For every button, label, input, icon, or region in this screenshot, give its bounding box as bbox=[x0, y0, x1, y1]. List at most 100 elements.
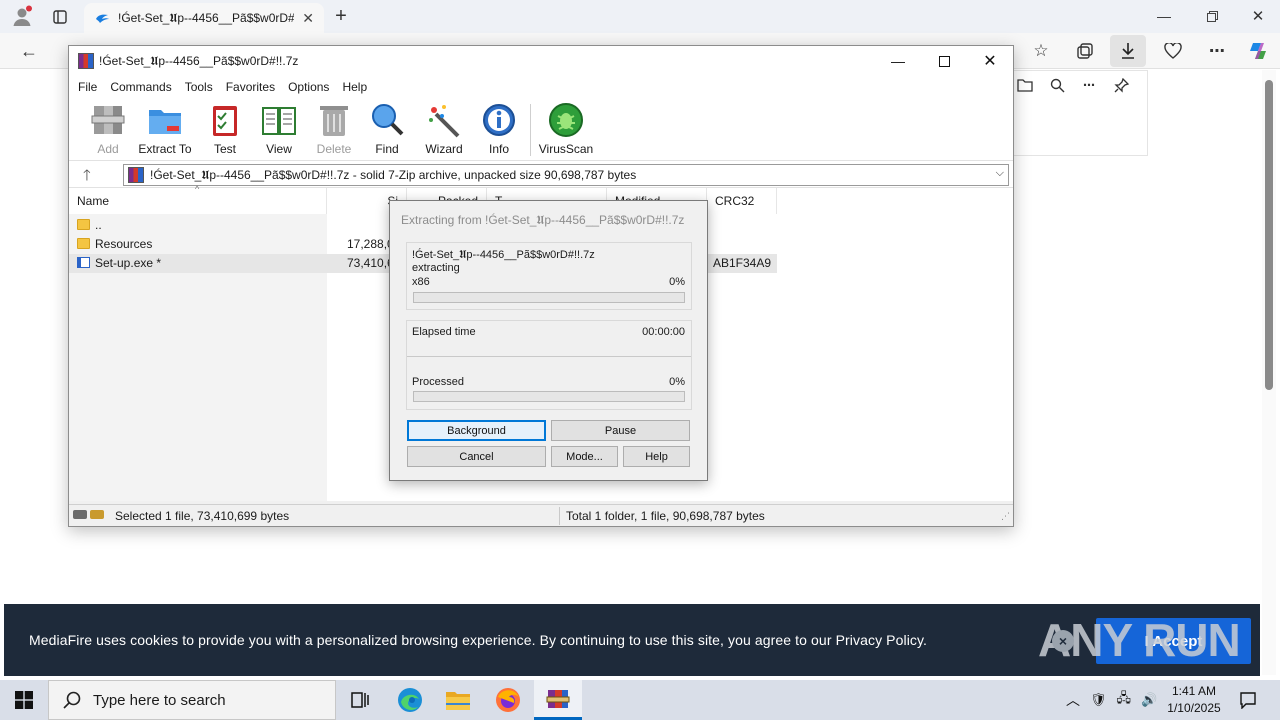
search-icon[interactable] bbox=[1047, 75, 1067, 95]
back-icon[interactable]: ← bbox=[16, 39, 42, 63]
close-browser-icon[interactable]: ✕ bbox=[1244, 4, 1272, 28]
winrar-app-icon bbox=[78, 53, 94, 69]
winrar-maximize-icon[interactable] bbox=[921, 46, 967, 76]
menu-options[interactable]: Options bbox=[288, 80, 337, 94]
winrar-window-title: !Ǵet-Set_𝖀p--4456__Pã$$w0rD#!!.7z bbox=[99, 54, 299, 68]
winrar-close-icon[interactable]: ✕ bbox=[967, 46, 1013, 76]
column-header-name[interactable]: Name ^ bbox=[69, 184, 327, 214]
add-button[interactable]: Add bbox=[87, 102, 129, 158]
column-header-crc[interactable]: CRC32 bbox=[707, 188, 777, 214]
add-label: Add bbox=[97, 142, 119, 156]
processed-percent: 0% bbox=[669, 376, 685, 388]
sort-ascending-icon: ^ bbox=[195, 184, 200, 194]
taskbar-search-box[interactable]: Type here to search bbox=[48, 680, 336, 720]
favorites-icon[interactable]: ☆ bbox=[1028, 39, 1054, 63]
tray-overflow-icon[interactable]: ︿ bbox=[1066, 690, 1080, 710]
delete-button[interactable]: Delete bbox=[313, 102, 355, 158]
view-book-icon bbox=[262, 107, 296, 135]
help-button[interactable]: Help bbox=[623, 446, 690, 467]
file-name: Resources bbox=[95, 237, 153, 251]
file-name-cell: Resources bbox=[77, 237, 152, 251]
winrar-minimize-icon[interactable]: — bbox=[875, 46, 921, 76]
pin-icon[interactable] bbox=[1111, 75, 1131, 95]
find-button[interactable]: Find bbox=[367, 102, 407, 158]
system-tray: ︿ 🛡 🖧 🔊 bbox=[1066, 680, 1157, 720]
browser-essentials-icon[interactable] bbox=[1160, 39, 1186, 63]
drive-icon[interactable] bbox=[73, 510, 87, 519]
taskbar-file-explorer[interactable] bbox=[434, 680, 482, 720]
menu-file[interactable]: File bbox=[78, 80, 105, 94]
cancel-button[interactable]: Cancel bbox=[407, 446, 546, 467]
background-button[interactable]: Background bbox=[407, 420, 546, 441]
winrar-status-bar: Selected 1 file, 73,410,699 bytes Total … bbox=[69, 504, 1013, 526]
new-tab-button[interactable]: + bbox=[330, 4, 352, 28]
minimize-browser-icon[interactable]: — bbox=[1150, 4, 1178, 28]
taskbar-clock[interactable]: 1:41 AM 1/10/2025 bbox=[1160, 683, 1228, 717]
extraction-dialog: Extracting from !Ǵet-Set_𝖀p--4456__Pã$$w… bbox=[389, 200, 708, 481]
volume-icon[interactable]: 🔊 bbox=[1141, 692, 1157, 708]
current-file: x86 bbox=[412, 276, 430, 288]
file-name-cell: Set-up.exe * bbox=[77, 256, 161, 270]
network-icon[interactable]: 🖧 bbox=[1117, 689, 1132, 711]
up-folder-icon[interactable]: 🡑 bbox=[83, 165, 91, 190]
cookie-close-button[interactable]: × bbox=[1052, 630, 1074, 652]
taskbar-firefox[interactable] bbox=[484, 680, 532, 720]
task-view-button[interactable] bbox=[336, 680, 384, 720]
menu-commands[interactable]: Commands bbox=[110, 80, 179, 94]
view-button[interactable]: View bbox=[257, 102, 301, 158]
processed-progress-bar bbox=[413, 391, 685, 402]
extract-folder-icon bbox=[149, 110, 181, 134]
virusscan-button[interactable]: VirusScan bbox=[537, 102, 595, 158]
group-divider bbox=[407, 356, 691, 357]
notifications-button[interactable] bbox=[1228, 680, 1268, 720]
add-archive-icon bbox=[91, 106, 125, 134]
copilot-icon[interactable] bbox=[1244, 39, 1272, 63]
windows-taskbar: Type here to search ︿ 🛡 🖧 🔊 1:41 AM 1/10… bbox=[0, 680, 1280, 720]
taskbar-edge[interactable] bbox=[386, 680, 434, 720]
exe-file-icon bbox=[77, 257, 90, 268]
test-button[interactable]: Test bbox=[205, 102, 245, 158]
collections-icon[interactable] bbox=[1072, 39, 1098, 63]
tab-close-icon[interactable]: ✕ bbox=[302, 10, 314, 27]
action-text: extracting bbox=[412, 262, 460, 274]
tab-active[interactable]: !Ǵet-Set_𝖀p--4456__Pã$$w0rD#!! ✕ bbox=[84, 3, 324, 33]
tab-actions-icon[interactable] bbox=[48, 6, 72, 28]
delete-trash-icon bbox=[320, 106, 348, 136]
resize-grip-icon[interactable]: ⋰ bbox=[1001, 511, 1010, 522]
file-progress-group: !Ǵet-Set_𝖀p--4456__Pã$$w0rD#!!.7z extrac… bbox=[406, 242, 692, 310]
menu-tools[interactable]: Tools bbox=[185, 80, 221, 94]
page-scrollbar-thumb[interactable] bbox=[1265, 80, 1273, 390]
winrar-taskbar-icon bbox=[546, 689, 570, 708]
tray-security-icon[interactable]: 🛡 bbox=[1090, 692, 1107, 708]
side-panel: ⋯ bbox=[1000, 70, 1148, 156]
pause-button[interactable]: Pause bbox=[551, 420, 690, 441]
info-button[interactable]: Info bbox=[479, 102, 519, 158]
virusscan-label: VirusScan bbox=[538, 142, 594, 156]
start-button[interactable] bbox=[0, 680, 48, 720]
file-crc: AB1F34A9 bbox=[713, 256, 772, 270]
wizard-button[interactable]: Wizard bbox=[423, 102, 465, 158]
winrar-titlebar[interactable]: !Ǵet-Set_𝖀p--4456__Pã$$w0rD#!!.7z — ✕ bbox=[69, 46, 1013, 76]
delete-label: Delete bbox=[316, 142, 352, 156]
menu-favorites[interactable]: Favorites bbox=[226, 80, 283, 94]
profile-icon[interactable] bbox=[8, 4, 36, 28]
key-icon[interactable] bbox=[90, 510, 104, 519]
taskbar-winrar[interactable] bbox=[534, 680, 582, 720]
downloads-icon[interactable] bbox=[1110, 35, 1146, 67]
extract-to-button[interactable]: Extract To bbox=[137, 102, 193, 158]
search-placeholder: Type here to search bbox=[93, 691, 226, 709]
path-dropdown-icon[interactable]: ⌵ bbox=[996, 167, 1004, 180]
column-name-label: Name bbox=[77, 194, 110, 208]
status-total-text: Total 1 folder, 1 file, 90,698,787 bytes bbox=[566, 509, 765, 523]
restore-browser-icon[interactable] bbox=[1198, 4, 1226, 28]
cookie-banner-text: MediaFire uses cookies to provide you wi… bbox=[29, 632, 928, 648]
mode-button[interactable]: Mode... bbox=[551, 446, 618, 467]
file-size: 17,288,0 bbox=[347, 237, 394, 251]
archive-path-field[interactable]: !Ǵet-Set_𝖀p--4456__Pã$$w0rD#!!.7z - soli… bbox=[123, 164, 1009, 186]
archive-path-text: !Ǵet-Set_𝖀p--4456__Pã$$w0rD#!!.7z - soli… bbox=[150, 167, 637, 182]
more-options-icon[interactable]: ⋯ bbox=[1204, 39, 1230, 63]
menu-help[interactable]: Help bbox=[342, 80, 375, 94]
panel-more-icon[interactable]: ⋯ bbox=[1079, 75, 1099, 95]
folder-icon[interactable] bbox=[1015, 75, 1035, 95]
info-icon bbox=[483, 104, 515, 136]
